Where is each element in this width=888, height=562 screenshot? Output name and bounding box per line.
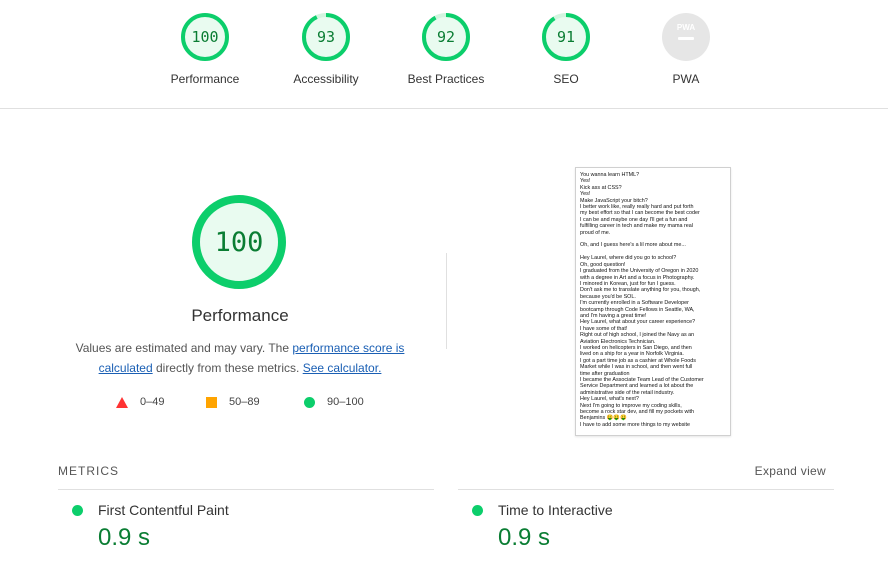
gauge-score: 100 — [191, 28, 218, 46]
gauge-label: Best Practices — [407, 72, 485, 86]
score-gauges-bar: 100 Performance 93 Accessibility 92 Best… — [0, 0, 888, 109]
legend-pass: 90–100 — [304, 396, 364, 408]
svg-text:PWA: PWA — [677, 23, 695, 32]
triangle-icon — [116, 396, 128, 408]
gauge-score: 91 — [557, 28, 575, 46]
pwa-badge-icon: PWA — [662, 13, 710, 61]
gauge-score: 93 — [317, 28, 335, 46]
gauge-best-practices[interactable]: 92 Best Practices — [386, 12, 506, 86]
expand-view-toggle[interactable]: Expand view — [755, 464, 826, 478]
gauge-accessibility-ring: 93 — [302, 13, 350, 61]
performance-main-gauge: 100 — [190, 193, 288, 296]
legend-range: 50–89 — [229, 396, 260, 408]
circle-icon — [304, 396, 315, 408]
divider — [458, 489, 834, 490]
final-screenshot-thumbnail[interactable]: You wanna learn HTML? Yes! Kick ass at CSS… — [575, 167, 731, 436]
desc-text: directly from these metrics. — [152, 361, 303, 375]
square-icon — [206, 396, 217, 408]
divider — [446, 253, 447, 349]
divider — [58, 489, 434, 490]
metric-value: 0.9 s — [498, 524, 551, 551]
main-gauge-score: 100 — [215, 227, 264, 258]
metric-name: First Contentful Paint — [98, 502, 229, 518]
gauge-label: PWA — [672, 72, 700, 86]
gauge-label: SEO — [553, 72, 579, 86]
metrics-heading: METRICS — [58, 464, 119, 478]
screenshot-text: You wanna learn HTML? Yes! Kick ass at CSS… — [576, 168, 730, 428]
legend-fail: 0–49 — [116, 396, 164, 408]
gauge-best-practices-ring: 92 — [422, 13, 470, 61]
gauge-seo-ring: 91 — [542, 13, 590, 61]
legend-average: 50–89 — [206, 396, 260, 408]
pass-circle-icon — [472, 505, 483, 516]
desc-text: Values are estimated and may vary. The — [75, 341, 293, 355]
metric-name: Time to Interactive — [498, 502, 613, 518]
gauge-score: 92 — [437, 28, 455, 46]
screenshot-line: I have to add some more things to my web… — [580, 421, 690, 428]
performance-title: Performance — [191, 306, 289, 325]
gauge-label: Accessibility — [293, 72, 359, 86]
gauge-performance-ring: 100 — [181, 13, 229, 61]
performance-description: Values are estimated and may vary. The p… — [64, 338, 416, 378]
metric-value: 0.9 s — [98, 524, 151, 551]
gauge-pwa[interactable]: PWA PWA — [626, 12, 746, 86]
pass-circle-icon — [72, 505, 83, 516]
legend-range: 90–100 — [327, 396, 364, 408]
legend-range: 0–49 — [140, 396, 165, 408]
see-calculator-link[interactable]: See calculator. — [303, 361, 382, 375]
gauge-seo[interactable]: 91 SEO — [506, 12, 626, 86]
gauge-label: Performance — [170, 72, 240, 86]
gauge-performance[interactable]: 100 Performance — [145, 12, 265, 86]
gauge-accessibility[interactable]: 93 Accessibility — [266, 12, 386, 86]
